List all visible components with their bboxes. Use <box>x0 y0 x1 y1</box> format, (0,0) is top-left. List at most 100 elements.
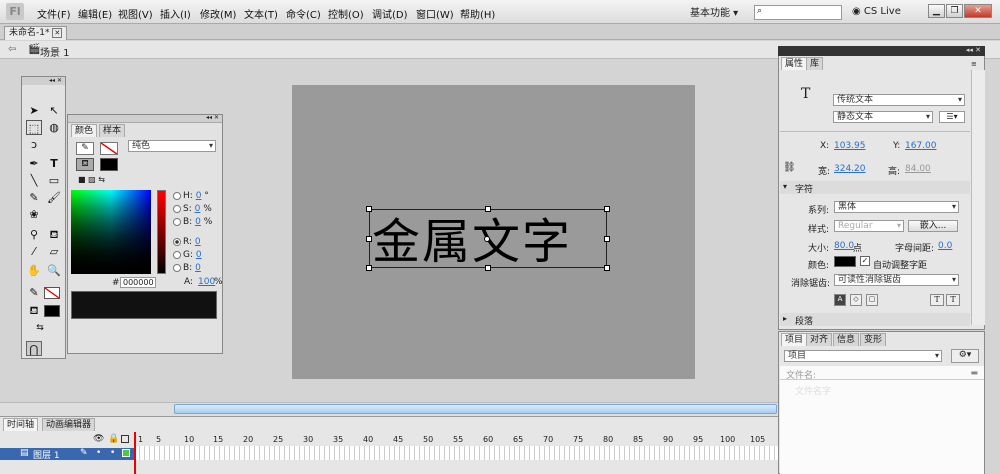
hue-radio[interactable] <box>173 191 181 200</box>
embed-button[interactable]: 嵌入... <box>908 220 958 232</box>
stroke-swatch[interactable] <box>44 287 60 299</box>
stroke-color-button[interactable]: ✎ <box>76 142 94 155</box>
antialias-dropdown[interactable]: 可读性消除锯齿 <box>834 274 959 286</box>
handle-bc[interactable] <box>485 265 491 271</box>
saturation-value[interactable]: 0 <box>195 204 201 214</box>
eye-icon[interactable]: 👁 <box>93 434 104 444</box>
render-html-icon[interactable]: ◇ <box>850 294 862 306</box>
transform-center[interactable] <box>484 236 490 242</box>
file-list-item[interactable]: 文件名字 <box>795 384 831 397</box>
fill-type-dropdown[interactable]: 纯色 <box>128 140 216 152</box>
color-mode-icons[interactable]: ■ ▨ ⇆ <box>78 175 105 184</box>
red-row[interactable]: R: 0 <box>173 237 201 247</box>
color-spectrum[interactable] <box>71 190 151 274</box>
handle-tc[interactable] <box>485 206 491 212</box>
hex-input[interactable]: 000000 <box>120 277 156 288</box>
menu-modify[interactable]: 修改(M) <box>200 6 236 21</box>
stroke-color-swatch[interactable] <box>100 142 118 155</box>
x-value[interactable]: 103.95 <box>834 141 866 151</box>
properties-scrollbar[interactable] <box>971 70 985 325</box>
handle-mr[interactable] <box>604 236 610 242</box>
lock-icon[interactable]: 🔒 <box>108 434 119 444</box>
width-value[interactable]: 324.20 <box>834 164 866 174</box>
hand-tool-icon[interactable]: ✋ <box>26 263 42 278</box>
document-tab[interactable]: 未命名-1* ✕ <box>4 26 68 40</box>
brightness-radio[interactable] <box>173 217 181 226</box>
3d-rotation-tool-icon[interactable]: ◍ <box>46 120 62 135</box>
pencil-tool-icon[interactable]: ✎ <box>26 190 42 205</box>
tab-align[interactable]: 对齐 <box>806 333 833 346</box>
eraser-icon[interactable]: ▱ <box>46 244 62 259</box>
tab-library[interactable]: 库 <box>806 57 824 70</box>
saturation-row[interactable]: S: 0 % <box>173 204 212 214</box>
close-tab-icon[interactable]: ✕ <box>52 28 63 38</box>
hue-row[interactable]: H: 0 ° <box>173 191 209 201</box>
y-value[interactable]: 167.00 <box>905 141 937 151</box>
scrollbar-thumb[interactable] <box>174 404 777 414</box>
selectable-icon[interactable]: A <box>834 294 846 306</box>
border-icon[interactable]: ▢ <box>866 294 878 306</box>
layer-row[interactable]: ▤ 图层 1 ✎ • • <box>0 448 134 461</box>
autokern-checkbox[interactable]: ✓ <box>860 256 870 266</box>
subscript-icon[interactable]: T <box>946 294 960 306</box>
eyedropper-icon[interactable]: ⁄ <box>26 244 42 259</box>
paint-bucket-icon[interactable]: ⛾ <box>46 227 62 242</box>
menu-insert[interactable]: 插入(I) <box>160 6 191 21</box>
pen-tool-icon[interactable]: ✒ <box>26 156 42 171</box>
layer-name[interactable]: 图层 1 <box>33 448 60 461</box>
text-direction-icon[interactable]: ☰▾ <box>939 111 965 123</box>
menu-help[interactable]: 帮助(H) <box>460 6 495 21</box>
lock-dot-icon[interactable]: • <box>110 448 115 458</box>
brightness-slider[interactable] <box>157 190 166 274</box>
menu-edit[interactable]: 编辑(E) <box>78 6 112 21</box>
paragraph-section-header[interactable]: ▸ 段落 <box>780 313 970 327</box>
tab-info[interactable]: 信息 <box>833 333 860 346</box>
red-radio[interactable] <box>173 237 181 246</box>
menu-commands[interactable]: 命令(C) <box>286 6 321 21</box>
bone-tool-icon[interactable]: ⚲ <box>26 227 42 242</box>
close-button[interactable]: ✕ <box>964 4 992 18</box>
workspace-switcher[interactable]: 基本功能 ▾ <box>690 4 738 19</box>
brush-tool-icon[interactable]: 🖌 <box>46 190 62 205</box>
tab-swatches[interactable]: 样本 <box>99 124 126 137</box>
lock-proportions-icon[interactable]: ⛓ <box>783 162 796 173</box>
letter-spacing-value[interactable]: 0.0 <box>938 241 952 251</box>
stroke-color-icon[interactable]: ✎ <box>26 285 42 300</box>
minimize-button[interactable]: ▁ <box>928 4 945 18</box>
free-transform-tool-icon[interactable]: ⬚ <box>26 120 42 135</box>
tab-timeline[interactable]: 时间轴 <box>3 418 39 431</box>
scene-label[interactable]: 场景 1 <box>40 44 70 59</box>
text-color-swatch[interactable] <box>834 256 856 267</box>
cslive-button[interactable]: ◉ CS Live <box>852 6 901 17</box>
outline-icon[interactable] <box>121 435 129 443</box>
playhead[interactable] <box>134 432 140 474</box>
handle-ml[interactable] <box>366 236 372 242</box>
lasso-tool-icon[interactable]: ↄ <box>26 137 42 152</box>
frame-cells[interactable] <box>135 446 778 460</box>
deco-tool-icon[interactable]: ❀ <box>26 207 42 222</box>
panel-menu-icon[interactable]: ≡ <box>971 60 977 68</box>
folder-icon[interactable]: ▬ <box>970 368 978 377</box>
menu-control[interactable]: 控制(O) <box>328 6 364 21</box>
tab-color[interactable]: 颜色 <box>71 124 98 137</box>
superscript-icon[interactable]: T <box>930 294 944 306</box>
fill-color-icon[interactable]: ⛾ <box>26 303 42 318</box>
rectangle-tool-icon[interactable]: ▭ <box>46 173 62 188</box>
stage-text[interactable]: 金属文字 <box>372 202 572 272</box>
handle-bl[interactable] <box>366 265 372 271</box>
snap-magnet-icon[interactable]: ⋂ <box>26 341 42 356</box>
restore-button[interactable]: ❐ <box>946 4 963 18</box>
handle-tl[interactable] <box>366 206 372 212</box>
menu-text[interactable]: 文本(T) <box>244 6 278 21</box>
menu-window[interactable]: 窗口(W) <box>416 6 454 21</box>
tab-project[interactable]: 项目 <box>781 333 808 346</box>
layer-color-icon[interactable] <box>122 449 130 457</box>
brightness-value[interactable]: 0 <box>195 217 201 227</box>
red-value[interactable]: 0 <box>195 237 201 247</box>
project-dropdown[interactable]: 项目 <box>784 350 942 362</box>
back-arrow-icon[interactable]: ⇦ <box>8 44 16 55</box>
fill-swatch[interactable] <box>44 305 60 317</box>
menu-view[interactable]: 视图(V) <box>118 6 153 21</box>
handle-tr[interactable] <box>604 206 610 212</box>
text-engine-dropdown[interactable]: 传统文本 <box>833 94 965 106</box>
